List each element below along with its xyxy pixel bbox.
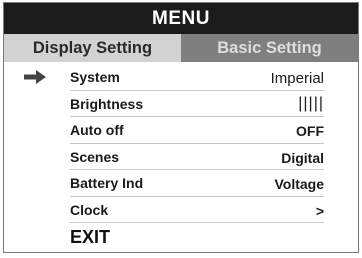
setting-value-system: Imperial [270,70,324,87]
setting-label-brightness: Brightness [70,95,144,112]
setting-label-battery-ind: Battery Ind [70,175,144,191]
right-arrow-icon [24,70,46,84]
setting-value-auto-off: OFF [296,123,324,139]
setting-row-battery-ind[interactable]: Battery Ind Voltage [4,172,358,199]
setting-row-scenes[interactable]: Scenes Digital [4,146,358,173]
setting-value-brightness: ||||| [298,94,324,112]
tab-display-setting[interactable]: Display Setting [4,34,181,62]
menu-tabs: Display Setting Basic Setting [4,34,358,62]
setting-label-auto-off: Auto off [70,122,124,138]
setting-value-battery-ind: Voltage [274,176,324,192]
setting-value-clock: > [315,202,324,219]
setting-label-scenes: Scenes [70,148,120,165]
menu-screen: MENU Display Setting Basic Setting Syste… [3,2,359,253]
row-divider [70,116,324,117]
row-divider [70,195,324,197]
menu-title: MENU [4,3,358,34]
setting-row-brightness[interactable]: Brightness ||||| [4,93,358,120]
setting-label-clock: Clock [70,201,109,218]
row-divider [70,89,324,91]
row-divider [70,142,324,144]
row-divider [70,222,324,223]
exit-button[interactable]: EXIT [70,227,110,248]
settings-list: System Imperial Brightness ||||| Auto of… [4,62,358,247]
setting-row-auto-off[interactable]: Auto off OFF [4,119,358,146]
setting-value-scenes: Digital [281,149,324,166]
setting-row-system[interactable]: System Imperial [4,66,358,93]
row-divider [70,169,324,170]
tab-basic-setting[interactable]: Basic Setting [181,34,358,62]
setting-row-clock[interactable]: Clock > [4,199,358,226]
setting-label-system: System [70,69,120,85]
